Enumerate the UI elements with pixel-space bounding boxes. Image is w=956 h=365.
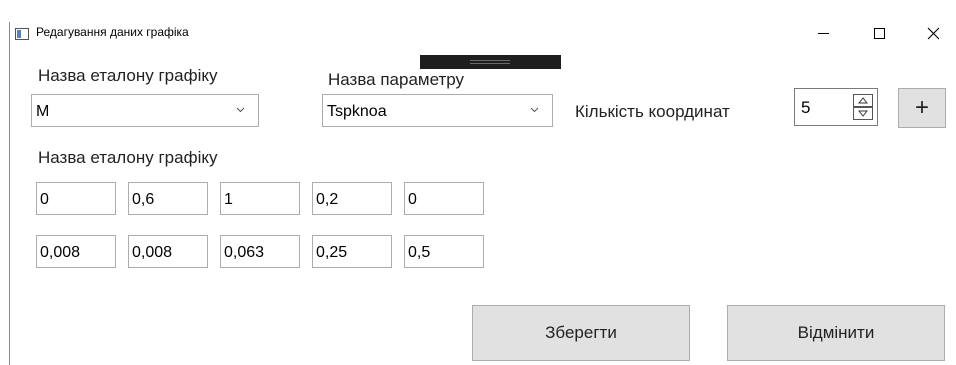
- window-border-left: [9, 22, 10, 365]
- stepper-up-button[interactable]: [853, 94, 873, 107]
- coord-cell[interactable]: 0: [36, 182, 116, 215]
- coord-cell[interactable]: 0,6: [128, 182, 208, 215]
- etalon-combobox-value: M: [36, 103, 50, 120]
- save-button[interactable]: Зберегти: [472, 305, 690, 361]
- triangle-down-icon: [858, 110, 868, 117]
- chevron-down-icon: [530, 107, 539, 113]
- parameter-combobox[interactable]: Tspknoa: [322, 94, 553, 127]
- etalon-name-label: Назва еталону графіку: [38, 66, 218, 85]
- maximize-button[interactable]: [856, 18, 902, 48]
- minimize-button[interactable]: [800, 18, 846, 48]
- close-icon: [927, 27, 939, 39]
- triangle-up-icon: [858, 97, 868, 104]
- drag-handle[interactable]: [420, 55, 561, 69]
- coord-count-value: 5: [801, 98, 811, 117]
- chevron-down-icon: [236, 107, 245, 113]
- coord-count-stepper[interactable]: 5: [794, 88, 878, 126]
- table-label: Назва еталону графіку: [38, 148, 218, 167]
- coord-count-label: Кількість координат: [575, 102, 730, 121]
- maximize-icon: [873, 27, 885, 39]
- app-window-icon: [15, 28, 29, 40]
- coord-cell[interactable]: 0,2: [312, 182, 392, 215]
- coord-cell[interactable]: 0,008: [128, 235, 208, 268]
- cancel-button[interactable]: Відмінити: [727, 305, 945, 361]
- coord-cell[interactable]: 0,008: [36, 235, 116, 268]
- parameter-combobox-value: Tspknoa: [327, 103, 387, 120]
- coord-cell[interactable]: 0,25: [312, 235, 392, 268]
- close-button[interactable]: [910, 18, 956, 48]
- minimize-icon: [817, 32, 829, 34]
- etalon-combobox[interactable]: M: [31, 94, 259, 127]
- dialog-window: Редагування даних графіка Назва еталону …: [0, 0, 956, 365]
- window-title: Редагування даних графіка: [36, 25, 189, 39]
- stepper-down-button[interactable]: [853, 107, 873, 120]
- coord-cell[interactable]: 1: [220, 182, 300, 215]
- coord-cell[interactable]: 0,063: [220, 235, 300, 268]
- add-coordinate-button[interactable]: +: [898, 88, 946, 128]
- parameter-name-label: Назва параметру: [328, 70, 465, 89]
- coord-cell[interactable]: 0,5: [404, 235, 484, 268]
- coord-cell[interactable]: 0: [404, 182, 484, 215]
